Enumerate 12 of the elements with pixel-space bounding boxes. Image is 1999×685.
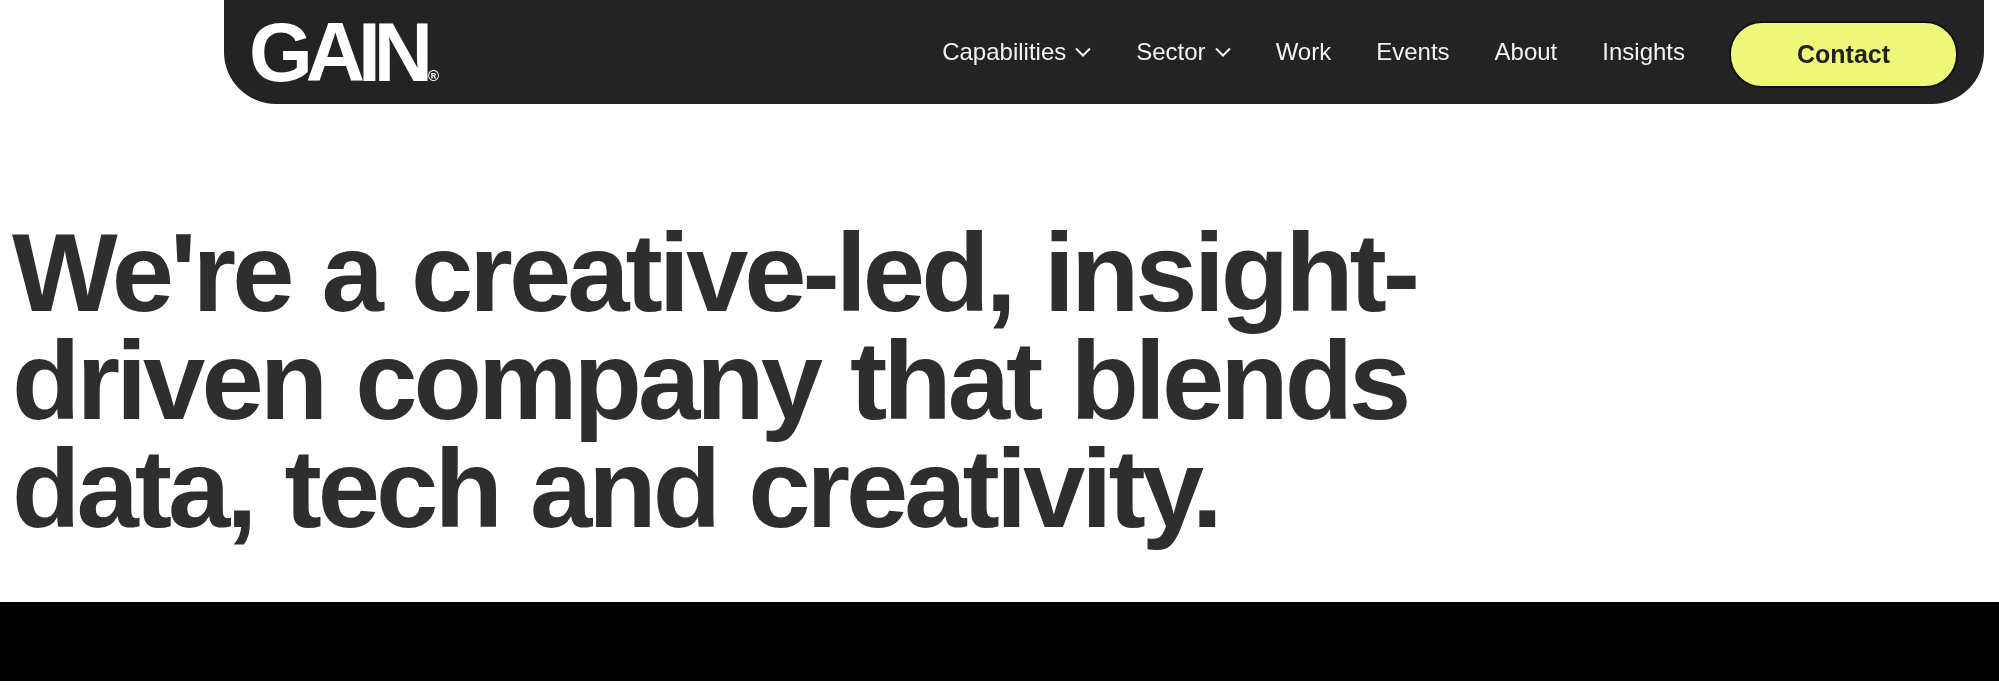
nav-link[interactable]: About (1494, 38, 1558, 66)
nav-link[interactable]: Sector (1136, 38, 1231, 66)
chevron-down-icon (1214, 47, 1231, 57)
nav-link[interactable]: Capabilities (942, 38, 1092, 66)
logo[interactable]: GAIN (249, 18, 426, 86)
contact-button[interactable]: Contact (1729, 20, 1958, 88)
headline: We're a creative-led, insight-driven company that blends data, tech and creativity. (12, 219, 1418, 553)
chevron-down-icon (1075, 47, 1092, 57)
nav-link[interactable]: Work (1275, 38, 1332, 66)
nav-link[interactable]: Insights (1602, 38, 1685, 66)
nav-link[interactable]: Events (1376, 38, 1450, 66)
registered-mark: ® (428, 68, 440, 83)
